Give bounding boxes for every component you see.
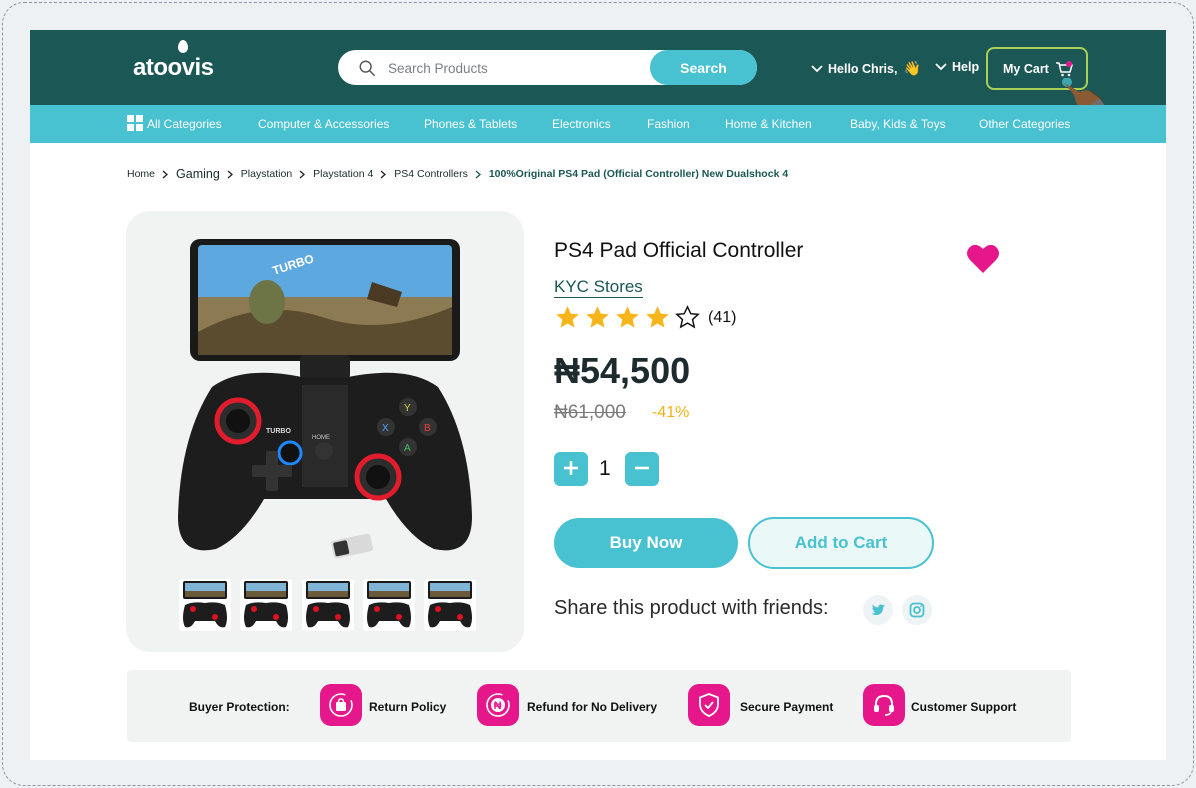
wave-icon: 👋 (903, 60, 921, 76)
breadcrumb-current: 100%Original PS4 Pad (Official Controlle… (488, 168, 789, 180)
buyer-protection-bar: Buyer Protection: Return Policy ₦ Refund… (127, 670, 1071, 742)
category-electronics[interactable]: Electronics (552, 117, 611, 131)
breadcrumb-ps4-controllers[interactable]: PS4 Controllers (394, 168, 468, 180)
svg-text:Y: Y (404, 403, 411, 414)
category-fashion[interactable]: Fashion (647, 117, 690, 131)
star-icon (646, 306, 669, 328)
refund-icon-box: ₦ (477, 684, 519, 726)
svg-text:HOME: HOME (312, 435, 330, 441)
thumbnail-5[interactable] (424, 579, 476, 631)
account-menu[interactable]: Hello Chris, 👋 (811, 60, 921, 77)
logo-text: atoovis (133, 54, 214, 81)
buy-now-button[interactable]: Buy Now (554, 518, 738, 568)
shield-check-icon (699, 693, 719, 717)
category-phones[interactable]: Phones & Tablets (424, 117, 517, 131)
heart-icon[interactable] (966, 243, 1000, 275)
increase-quantity-button[interactable] (554, 452, 588, 486)
search-button[interactable]: Search (650, 50, 757, 85)
refund-no-delivery-link[interactable]: Refund for No Delivery (527, 700, 657, 714)
share-text: Share this product with friends: (554, 597, 829, 619)
product-title: PS4 Pad Official Controller (554, 239, 804, 262)
category-bar: All Categories Computer & Accessories Ph… (30, 105, 1166, 143)
product-main-image[interactable]: TURBO Y X B A HOME TURBO (172, 237, 478, 569)
headset-icon (874, 694, 894, 716)
grid-icon (127, 115, 143, 131)
search-icon (359, 60, 375, 76)
add-to-cart-button[interactable]: Add to Cart (748, 517, 934, 569)
discount-badge: -41% (652, 404, 690, 421)
quantity-value: 1 (599, 457, 611, 480)
buyer-protection-label: Buyer Protection: (189, 700, 290, 714)
chevron-down-icon (811, 64, 823, 72)
chevron-right-icon (162, 170, 169, 178)
thumbnail-3[interactable] (302, 579, 354, 631)
review-count[interactable]: (41) (708, 309, 736, 327)
plus-icon (564, 460, 578, 475)
naira-refund-icon: ₦ (486, 693, 510, 717)
instagram-icon (909, 602, 925, 618)
breadcrumb: Home Gaming Playstation Playstation 4 PS… (127, 166, 788, 182)
help-text: Help (952, 60, 980, 74)
thumbnail-1[interactable] (179, 579, 231, 631)
star-icon (586, 306, 609, 328)
store-link[interactable]: KYC Stores (554, 277, 643, 298)
greeting-text: Hello Chris, (828, 61, 898, 76)
bag-icon (329, 693, 353, 717)
search-bar: Search (338, 50, 757, 85)
svg-text:TURBO: TURBO (266, 428, 291, 435)
customer-support-link[interactable]: Customer Support (911, 700, 1016, 714)
rating-stars: (41) (554, 304, 736, 331)
thumbnail-4[interactable] (363, 579, 415, 631)
secure-payment-link[interactable]: Secure Payment (740, 700, 833, 714)
chevron-down-icon (935, 63, 947, 71)
svg-text:₦: ₦ (494, 700, 502, 712)
chevron-right-icon (227, 170, 233, 178)
thumbnail-2[interactable] (240, 579, 292, 631)
star-icon (556, 306, 579, 328)
help-menu[interactable]: Help (935, 60, 979, 74)
breadcrumb-playstation[interactable]: Playstation (241, 168, 292, 180)
twitter-share-button[interactable] (863, 595, 893, 625)
chevron-right-icon (299, 170, 306, 178)
svg-text:A: A (404, 443, 411, 454)
star-icon (616, 306, 639, 328)
return-policy-link[interactable]: Return Policy (369, 700, 446, 714)
svg-text:B: B (424, 423, 431, 434)
category-all[interactable]: All Categories (147, 117, 222, 131)
cart-badge (1066, 61, 1072, 67)
logo[interactable]: atoovis (133, 40, 214, 82)
product-page: atoovis Search Hello Chris, 👋 Help My Ca… (30, 30, 1166, 760)
chevron-right-icon (380, 170, 387, 178)
current-price: ₦54,500 (554, 350, 691, 391)
customer-support-icon-box (863, 684, 905, 726)
minus-icon (635, 466, 649, 469)
secure-payment-icon-box (688, 684, 730, 726)
twitter-icon (871, 604, 885, 615)
instagram-share-button[interactable] (902, 595, 932, 625)
search-input[interactable] (388, 57, 643, 79)
old-price: ₦61,000 (554, 402, 626, 423)
cart-label: My Cart (1003, 61, 1049, 76)
return-policy-icon-box (320, 684, 362, 726)
svg-text:X: X (382, 423, 389, 434)
category-other[interactable]: Other Categories (979, 117, 1070, 131)
product-gallery: TURBO Y X B A HOME TURBO (126, 211, 524, 652)
star-outline-icon (675, 305, 700, 329)
breadcrumb-playstation-4[interactable]: Playstation 4 (313, 168, 373, 180)
category-home-kitchen[interactable]: Home & Kitchen (725, 117, 812, 131)
top-header: atoovis Search Hello Chris, 👋 Help My Ca… (30, 30, 1166, 112)
decrease-quantity-button[interactable] (625, 452, 659, 486)
logo-drop-icon (178, 40, 188, 53)
category-baby-kids[interactable]: Baby, Kids & Toys (850, 117, 946, 131)
breadcrumb-gaming[interactable]: Gaming (176, 167, 220, 181)
breadcrumb-home[interactable]: Home (127, 168, 155, 180)
chevron-right-icon (475, 170, 481, 178)
category-computer[interactable]: Computer & Accessories (258, 117, 389, 131)
